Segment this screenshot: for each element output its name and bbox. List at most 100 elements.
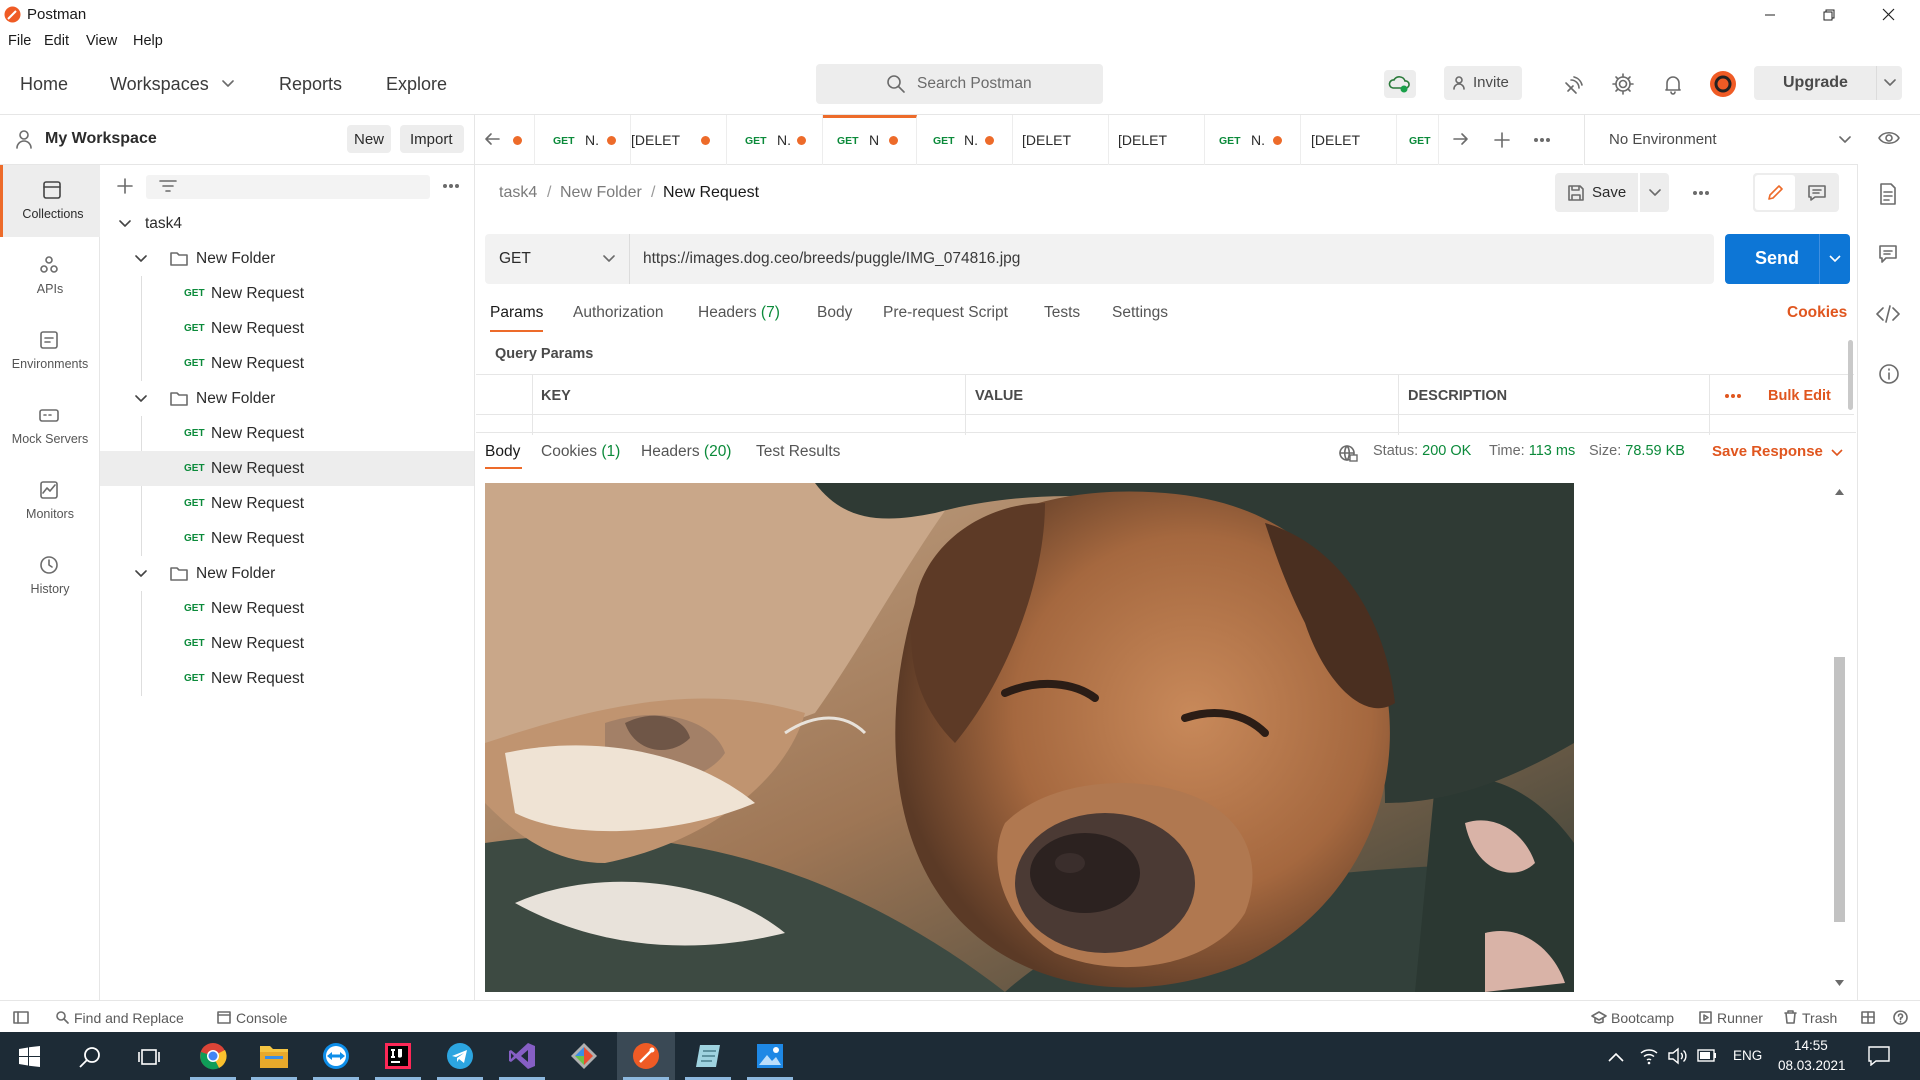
request-item[interactable]: GET New Request	[100, 661, 474, 696]
response-tab-headers[interactable]: Headers (20)	[641, 443, 731, 461]
minimize-button[interactable]	[1742, 0, 1798, 29]
nav-mock-servers[interactable]: Mock Servers	[0, 390, 100, 462]
request-item[interactable]: GET New Request	[100, 416, 474, 451]
network-globe-icon[interactable]	[1338, 444, 1358, 462]
visual-studio-taskbar-app[interactable]	[493, 1032, 551, 1080]
telegram-taskbar-app[interactable]	[431, 1032, 489, 1080]
settings-gear-icon[interactable]	[1612, 73, 1634, 95]
cookies-link[interactable]: Cookies	[1787, 304, 1847, 322]
collection-task4[interactable]: task4	[100, 206, 474, 241]
chevron-down-icon[interactable]	[222, 80, 234, 88]
workspace-name[interactable]: My Workspace	[45, 130, 157, 148]
postman-taskbar-app[interactable]	[617, 1032, 675, 1080]
tab-item[interactable]: GET N.	[1205, 115, 1301, 165]
close-window-button[interactable]	[1860, 0, 1916, 29]
explorer-taskbar-app[interactable]	[245, 1032, 303, 1080]
find-replace-button[interactable]: Find and Replace	[74, 1010, 184, 1026]
intellij-taskbar-app[interactable]	[369, 1032, 427, 1080]
clock-time[interactable]: 14:55	[1794, 1038, 1828, 1053]
console-button[interactable]: Console	[236, 1010, 287, 1026]
tab-item[interactable]: [DELET	[1013, 115, 1109, 165]
tab-item[interactable]: [DELET	[631, 115, 727, 165]
more-options-icon[interactable]	[1533, 137, 1551, 143]
wifi-icon[interactable]	[1640, 1047, 1658, 1065]
help-icon[interactable]	[1893, 1010, 1908, 1025]
toggle-sidebar-icon[interactable]	[13, 1011, 29, 1024]
request-item[interactable]: GET New Request	[100, 311, 474, 346]
menu-file[interactable]: File	[8, 33, 31, 49]
request-item-selected[interactable]: GET New Request	[100, 451, 474, 486]
search-icon[interactable]	[79, 1046, 101, 1068]
nav-workspaces[interactable]: Workspaces	[110, 74, 209, 95]
folder-item[interactable]: New Folder	[100, 241, 474, 276]
bulk-edit-link[interactable]: Bulk Edit	[1768, 388, 1831, 404]
tab-headers[interactable]: Headers (7)	[698, 304, 780, 322]
tab-tests[interactable]: Tests	[1044, 304, 1080, 322]
teamviewer-taskbar-app[interactable]	[307, 1032, 365, 1080]
nav-home[interactable]: Home	[20, 74, 68, 95]
url-input[interactable]: https://images.dog.ceo/breeds/puggle/IMG…	[643, 250, 1020, 268]
response-tab-cookies[interactable]: Cookies (1)	[541, 443, 620, 461]
arrow-right-icon[interactable]	[1453, 132, 1469, 146]
tab-active[interactable]: GET N	[823, 115, 917, 165]
add-collection-icon[interactable]	[117, 178, 133, 194]
tab-item[interactable]: GET N.	[917, 115, 1013, 165]
more-options-icon[interactable]	[1724, 393, 1742, 399]
nav-monitors[interactable]: Monitors	[0, 465, 100, 537]
photos-taskbar-app[interactable]	[741, 1032, 799, 1080]
windows-start-icon[interactable]	[19, 1046, 40, 1067]
battery-icon[interactable]	[1697, 1049, 1717, 1062]
sync-cloud-icon[interactable]	[1384, 70, 1416, 98]
task-view-icon[interactable]	[138, 1047, 160, 1067]
import-button[interactable]: Import	[400, 125, 464, 153]
more-options-icon[interactable]	[1692, 190, 1710, 196]
menu-view[interactable]: View	[86, 33, 117, 49]
save-response-button[interactable]: Save Response	[1712, 443, 1823, 460]
new-button[interactable]: New	[347, 125, 391, 153]
menu-help[interactable]: Help	[133, 33, 163, 49]
clock-date[interactable]: 08.03.2021	[1778, 1058, 1846, 1073]
notification-bell-icon[interactable]	[1662, 73, 1684, 95]
comments-icon[interactable]	[1878, 244, 1898, 264]
tab-authorization[interactable]: Authorization	[573, 304, 663, 322]
chevron-up-icon[interactable]	[1608, 1052, 1624, 1062]
response-tab-test-results[interactable]: Test Results	[756, 443, 840, 461]
request-item[interactable]: GET New Request	[100, 276, 474, 311]
environment-selector[interactable]: No Environment	[1584, 115, 1858, 165]
runner-button[interactable]: Runner	[1717, 1010, 1763, 1026]
folder-item[interactable]: New Folder	[100, 381, 474, 416]
arrow-left-icon[interactable]	[484, 132, 500, 146]
eye-icon[interactable]	[1878, 130, 1900, 146]
params-scrollbar[interactable]	[1848, 340, 1853, 410]
chevron-down-icon[interactable]	[1831, 449, 1843, 457]
avatar[interactable]	[1709, 70, 1737, 98]
save-dropdown-button[interactable]	[1640, 173, 1669, 212]
nav-history[interactable]: History	[0, 540, 100, 612]
tab-item[interactable]: [DELET	[1301, 115, 1397, 165]
nav-collections[interactable]: Collections	[0, 165, 100, 237]
notifications-icon[interactable]	[1868, 1046, 1890, 1066]
nav-environments[interactable]: Environments	[0, 315, 100, 387]
request-item[interactable]: GET New Request	[100, 591, 474, 626]
more-options-icon[interactable]	[442, 183, 460, 189]
code-icon[interactable]	[1876, 305, 1900, 323]
nav-apis[interactable]: APIs	[0, 240, 100, 312]
method-select[interactable]: GET	[485, 234, 630, 284]
tab-item[interactable]: [DELET	[1109, 115, 1205, 165]
trash-button[interactable]: Trash	[1802, 1010, 1837, 1026]
info-icon[interactable]	[1878, 363, 1900, 385]
tab-body[interactable]: Body	[817, 304, 852, 322]
git-taskbar-app[interactable]	[555, 1032, 613, 1080]
search-bar[interactable]: Search Postman	[816, 64, 1103, 104]
menu-edit[interactable]: Edit	[44, 33, 69, 49]
chrome-taskbar-app[interactable]	[184, 1032, 242, 1080]
tab-prerequest-script[interactable]: Pre-request Script	[883, 304, 1008, 322]
request-item[interactable]: GET New Request	[100, 626, 474, 661]
new-tab-icon[interactable]	[1494, 132, 1510, 148]
chevron-down-icon[interactable]	[1884, 79, 1896, 87]
folder-item[interactable]: New Folder	[100, 556, 474, 591]
save-button[interactable]: Save	[1555, 173, 1638, 212]
upgrade-button[interactable]: Upgrade	[1754, 66, 1902, 100]
breadcrumb-collection[interactable]: task4	[499, 184, 537, 202]
tab-item[interactable]: GET N.	[727, 115, 823, 165]
